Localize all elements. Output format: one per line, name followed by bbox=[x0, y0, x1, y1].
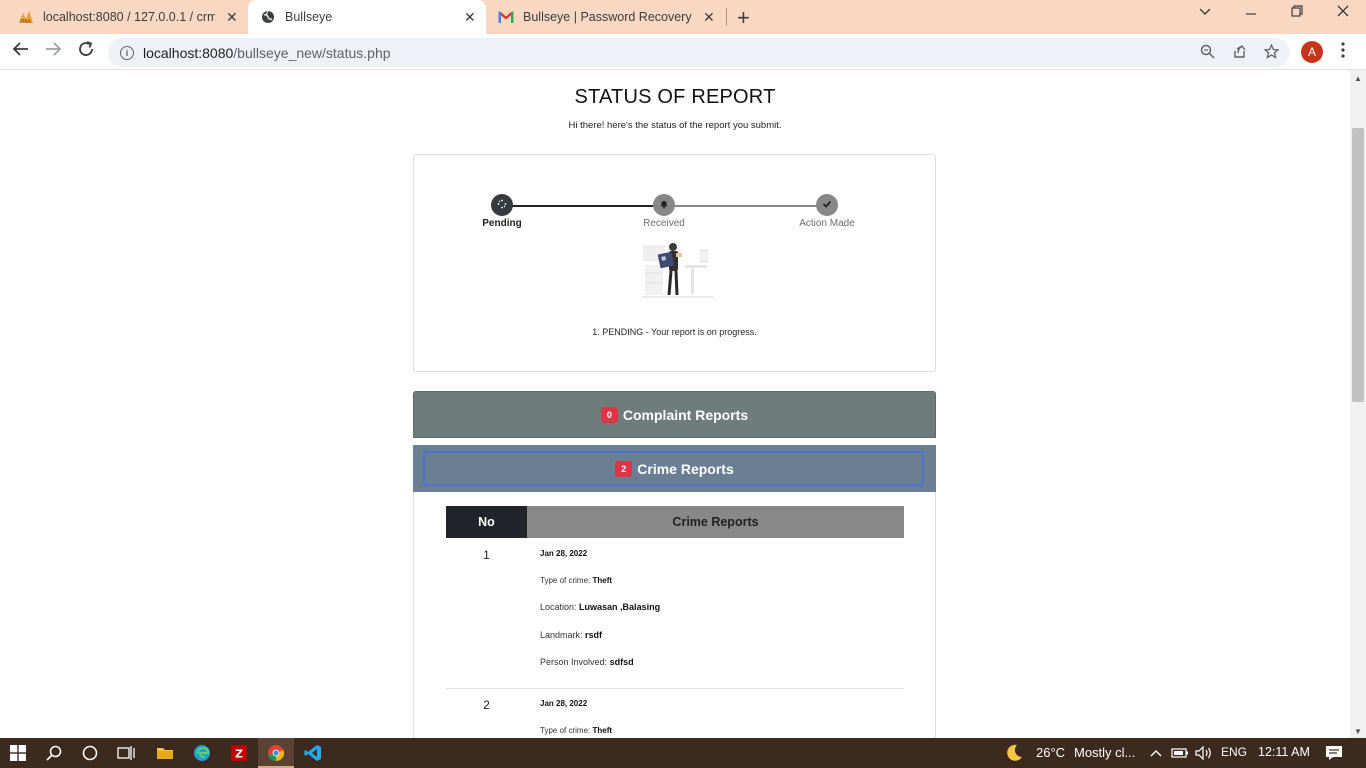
close-tab-icon[interactable]: ✕ bbox=[464, 9, 476, 26]
hidden-icons-chevron-icon[interactable] bbox=[1146, 743, 1166, 763]
minimize-icon[interactable] bbox=[1244, 4, 1258, 23]
tab-title: Bullseye | Password Recovery Link bbox=[523, 10, 695, 24]
page-title: STATUS OF REPORT bbox=[574, 86, 776, 108]
zoom-icon[interactable] bbox=[1200, 44, 1215, 63]
profile-avatar[interactable]: A bbox=[1301, 41, 1323, 63]
task-view-icon[interactable] bbox=[116, 743, 136, 763]
weather-temperature[interactable]: 26°C bbox=[1036, 745, 1065, 760]
table-header-no: No bbox=[446, 506, 527, 538]
close-window-icon[interactable] bbox=[1336, 4, 1350, 23]
scroll-thumb[interactable] bbox=[1352, 128, 1364, 402]
row-number: 1 bbox=[483, 548, 490, 562]
step-pending-dot bbox=[491, 194, 513, 216]
step-action-made-label: Action Made bbox=[799, 218, 855, 229]
bookmark-star-icon[interactable] bbox=[1263, 43, 1280, 63]
scroll-down-arrow-icon[interactable]: ▼ bbox=[1354, 727, 1362, 736]
page-viewport: STATUS OF REPORT Hi there! here's the st… bbox=[0, 70, 1350, 738]
row-number: 2 bbox=[483, 698, 490, 712]
step-pending-label: Pending bbox=[482, 218, 522, 229]
crime-count-badge: 2 bbox=[615, 460, 633, 477]
crime-type-line: Type of crime: Theft bbox=[540, 726, 613, 735]
table-header-crime-reports: Crime Reports bbox=[527, 506, 904, 538]
tab-bullseye[interactable]: Bullseye ✕ bbox=[248, 0, 486, 34]
status-card: Pending Received Action Made 1. PENDING … bbox=[413, 154, 936, 372]
edge-icon[interactable] bbox=[192, 743, 212, 763]
close-tab-icon[interactable]: ✕ bbox=[703, 9, 715, 26]
complaint-reports-accordion[interactable]: 0 Complaint Reports bbox=[413, 391, 936, 438]
forward-icon[interactable] bbox=[44, 40, 62, 63]
file-explorer-icon[interactable] bbox=[155, 743, 175, 763]
filezilla-icon[interactable]: Z bbox=[229, 743, 249, 763]
svg-text:PMA: PMA bbox=[20, 19, 31, 24]
back-icon[interactable] bbox=[12, 40, 30, 63]
gmail-icon bbox=[498, 9, 514, 25]
svg-text:Z: Z bbox=[235, 748, 243, 761]
crime-type-line: Type of crime: Theft bbox=[540, 576, 613, 585]
report-date: Jan 28, 2022 bbox=[540, 549, 588, 558]
location-line: Location: Luwasan ,Balasing bbox=[540, 602, 661, 612]
address-bar[interactable]: i localhost:8080/bullseye_new/status.php bbox=[108, 38, 1290, 67]
step-received-label: Received bbox=[643, 218, 685, 229]
step-action-made-dot bbox=[816, 194, 838, 216]
report-illustration bbox=[641, 239, 713, 303]
close-tab-icon[interactable]: ✕ bbox=[226, 9, 238, 26]
status-message: 1. PENDING - Your report is on progress. bbox=[592, 327, 757, 337]
share-icon[interactable] bbox=[1232, 44, 1247, 63]
windows-taskbar: Z 26°C Mostly cl... ENG 12:11 AM bbox=[0, 738, 1366, 768]
landmark-line: Landmark: rsdf bbox=[540, 630, 603, 640]
cortana-icon[interactable] bbox=[80, 743, 100, 763]
globe-icon bbox=[260, 9, 276, 25]
spinner-icon bbox=[497, 199, 507, 212]
crime-reports-body: No Crime Reports 1 Jan 28, 2022 Type of … bbox=[413, 492, 936, 738]
report-date: Jan 28, 2022 bbox=[540, 699, 588, 708]
chrome-icon[interactable] bbox=[266, 743, 286, 763]
volume-icon[interactable] bbox=[1194, 743, 1214, 763]
vscode-icon[interactable] bbox=[303, 743, 323, 763]
scroll-up-arrow-icon[interactable]: ▲ bbox=[1354, 74, 1362, 83]
windows-start-icon[interactable] bbox=[8, 743, 28, 763]
new-tab-button[interactable]: + bbox=[737, 5, 750, 31]
tab-strip: PMA localhost:8080 / 127.0.0.1 / crms_ ✕… bbox=[0, 0, 1366, 34]
person-involved-line: Person Involved: sdfsd bbox=[540, 657, 634, 667]
crime-reports-label: Crime Reports bbox=[637, 460, 734, 477]
tab-phpmyadmin[interactable]: PMA localhost:8080 / 127.0.0.1 / crms_ ✕ bbox=[18, 0, 246, 34]
complaint-count-badge: 0 bbox=[600, 406, 618, 423]
browser-toolbar: i localhost:8080/bullseye_new/status.php… bbox=[0, 34, 1366, 70]
bell-icon bbox=[659, 199, 669, 212]
tab-search-icon[interactable] bbox=[1198, 4, 1212, 23]
weather-description[interactable]: Mostly cl... bbox=[1074, 745, 1135, 760]
page-subtitle: Hi there! here's the status of the repor… bbox=[568, 120, 782, 131]
progress-fill bbox=[502, 205, 665, 207]
language-indicator[interactable]: ENG bbox=[1221, 745, 1247, 759]
tab-separator bbox=[726, 8, 727, 26]
row-divider bbox=[446, 688, 904, 689]
restore-icon[interactable] bbox=[1290, 4, 1304, 23]
notifications-icon[interactable] bbox=[1324, 743, 1344, 763]
tab-title: Bullseye bbox=[285, 10, 333, 24]
phpmyadmin-icon: PMA bbox=[18, 9, 34, 25]
tab-title: localhost:8080 / 127.0.0.1 / crms_ bbox=[43, 10, 215, 24]
weather-moon-icon[interactable] bbox=[1004, 743, 1024, 763]
page-scrollbar[interactable]: ▲ ▼ bbox=[1350, 70, 1366, 738]
check-icon bbox=[822, 199, 832, 212]
reload-icon[interactable] bbox=[77, 40, 95, 63]
site-info-icon[interactable]: i bbox=[120, 45, 134, 60]
url-text[interactable]: localhost:8080/bullseye_new/status.php bbox=[143, 45, 391, 61]
step-received-dot bbox=[653, 194, 675, 216]
more-options-icon[interactable] bbox=[1340, 41, 1346, 64]
battery-icon[interactable] bbox=[1170, 743, 1190, 763]
clock-time[interactable]: 12:11 AM bbox=[1258, 745, 1310, 759]
search-icon[interactable] bbox=[44, 743, 64, 763]
tab-gmail[interactable]: Bullseye | Password Recovery Link ✕ bbox=[498, 0, 724, 34]
complaint-reports-label: Complaint Reports bbox=[622, 406, 749, 423]
crime-reports-accordion[interactable]: 2 Crime Reports bbox=[413, 445, 936, 492]
